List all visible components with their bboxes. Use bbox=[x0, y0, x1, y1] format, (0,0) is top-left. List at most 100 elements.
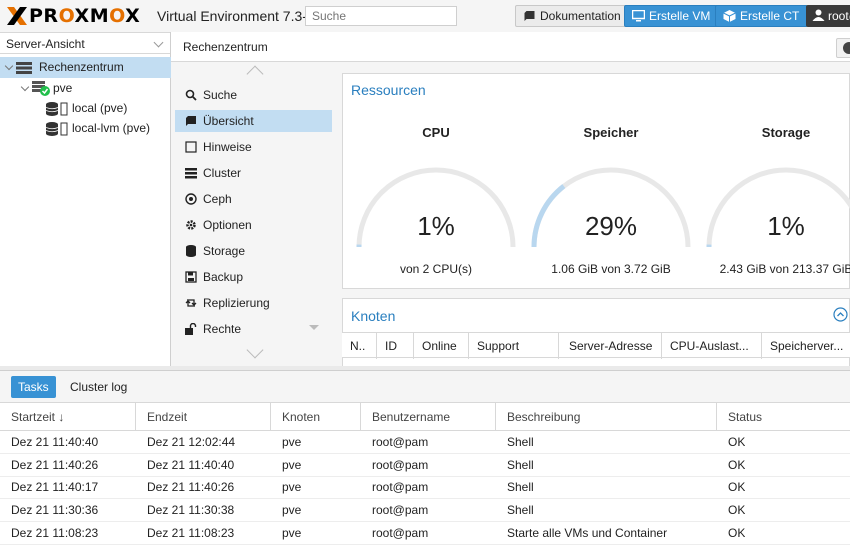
col-header-cpu-usage[interactable]: CPU-Auslast... bbox=[662, 333, 762, 359]
nav-item-cluster[interactable]: Cluster bbox=[175, 162, 332, 184]
proxmox-x-icon bbox=[7, 7, 27, 25]
cell-username: root@pam bbox=[372, 480, 429, 495]
user-label: root@pam bbox=[828, 9, 850, 23]
table-row[interactable]: Dez 21 11:40:26 Dez 21 11:40:40 pve root@pa… bbox=[0, 454, 850, 477]
tab-cluster-log[interactable]: Cluster log bbox=[63, 376, 134, 398]
documentation-label: Dokumentation bbox=[540, 9, 621, 23]
expand-triangle-icon bbox=[20, 82, 30, 92]
col-header-server-address[interactable]: Server-Adresse bbox=[559, 333, 662, 359]
database-icon bbox=[186, 245, 196, 257]
cell-end-time: Dez 21 11:40:40 bbox=[147, 457, 235, 472]
help-icon bbox=[843, 42, 850, 54]
col-header-online[interactable]: Online bbox=[414, 333, 469, 359]
nav-item-label: Cluster bbox=[203, 166, 242, 180]
create-ct-button[interactable]: Erstelle CT bbox=[715, 5, 809, 27]
tree-item-label: local-lvm (pve) bbox=[72, 121, 151, 135]
cell-start-time: Dez 21 11:30:36 bbox=[11, 503, 99, 518]
tasks-table-header: Startzeit ↓ Endzeit Knoten Benutzername … bbox=[0, 403, 850, 431]
scroll-down-icon[interactable] bbox=[246, 341, 264, 359]
create-vm-button[interactable]: Erstelle VM bbox=[624, 5, 720, 27]
tree-item-storage-local[interactable]: local (pve) bbox=[0, 98, 171, 119]
create-ct-label: Erstelle CT bbox=[740, 9, 800, 23]
nav-item-replication[interactable]: Replizierung bbox=[175, 292, 332, 314]
resources-title: Ressourcen bbox=[351, 82, 426, 98]
tree-item-datacenter[interactable]: Rechenzentrum bbox=[0, 57, 171, 78]
gauge-value: 1% bbox=[767, 211, 805, 241]
cell-description: Shell bbox=[507, 457, 534, 472]
documentation-button[interactable]: Dokumentation bbox=[515, 5, 630, 27]
cell-node: pve bbox=[282, 503, 302, 518]
chevron-down-icon bbox=[153, 37, 164, 48]
nav-item-notes[interactable]: Hinweise bbox=[175, 136, 332, 158]
nav-item-backup[interactable]: Backup bbox=[175, 266, 332, 288]
storage-database-icon bbox=[46, 122, 68, 136]
nav-item-options[interactable]: Optionen bbox=[175, 214, 332, 236]
col-header-memory-usage[interactable]: Speicherver... bbox=[762, 333, 850, 359]
note-icon bbox=[185, 141, 197, 153]
tree-item-label: pve bbox=[53, 81, 73, 95]
user-menu-button[interactable]: root@pam bbox=[806, 5, 850, 27]
col-header-description[interactable]: Beschreibung bbox=[496, 403, 717, 431]
nodes-title: Knoten bbox=[351, 308, 396, 324]
cell-description: Starte alle VMs und Container bbox=[507, 525, 668, 540]
tree-item-label: Rechenzentrum bbox=[39, 60, 124, 74]
col-header-status[interactable]: Status bbox=[717, 403, 850, 431]
col-header-end-time[interactable]: Endzeit bbox=[136, 403, 271, 431]
cell-username: root@pam bbox=[372, 435, 429, 449]
nav-item-label: Backup bbox=[203, 270, 244, 284]
nav-item-label: Übersicht bbox=[203, 114, 254, 128]
nav-item-search[interactable]: Suche bbox=[175, 84, 332, 106]
retweet-icon bbox=[185, 299, 197, 307]
expand-triangle-icon bbox=[4, 61, 14, 71]
tab-tasks[interactable]: Tasks bbox=[11, 376, 56, 398]
desktop-icon bbox=[632, 10, 645, 22]
col-header-name[interactable]: N.. bbox=[342, 333, 377, 359]
help-button[interactable] bbox=[836, 38, 850, 58]
view-selector-value: Server-Ansicht bbox=[6, 37, 85, 51]
table-row[interactable]: Dez 21 11:08:23 Dez 21 11:08:23 pve root@pa… bbox=[0, 522, 850, 545]
nav-item-overview[interactable]: Übersicht bbox=[175, 110, 332, 132]
table-row[interactable]: Dez 21 11:40:40 Dez 21 12:02:44 pve root@pa… bbox=[0, 431, 850, 454]
submenu-caret-icon bbox=[309, 325, 319, 330]
cell-end-time: Dez 21 11:08:23 bbox=[147, 525, 235, 540]
cell-username: root@pam bbox=[372, 525, 429, 540]
cube-icon bbox=[723, 10, 736, 22]
nav-item-storage[interactable]: Storage bbox=[175, 240, 332, 262]
col-header-node[interactable]: Knoten bbox=[271, 403, 361, 431]
table-row[interactable]: Dez 21 11:40:17 Dez 21 11:40:26 pve root@pa… bbox=[0, 476, 850, 500]
nav-item-label: Rechte bbox=[203, 322, 242, 336]
server-rack-icon bbox=[16, 62, 32, 74]
gauge-title: Storage bbox=[761, 125, 811, 140]
scroll-up-icon[interactable] bbox=[246, 65, 264, 83]
breadcrumb-bar: Rechenzentrum bbox=[171, 32, 850, 62]
tree-item-storage-local-lvm[interactable]: local-lvm (pve) bbox=[0, 118, 171, 139]
view-selector[interactable]: Server-Ansicht bbox=[0, 32, 170, 54]
cell-status: OK bbox=[728, 435, 746, 449]
floppy-icon bbox=[185, 271, 197, 283]
gauge-subtitle: von 2 CPU(s) bbox=[399, 262, 473, 276]
cell-end-time: Dez 21 11:40:26 bbox=[147, 480, 235, 495]
node-online-icon bbox=[32, 81, 50, 96]
col-header-support[interactable]: Support bbox=[469, 333, 559, 359]
col-header-id[interactable]: ID bbox=[377, 333, 414, 359]
cell-description: Shell bbox=[507, 435, 534, 449]
gauge-title: CPU bbox=[422, 125, 450, 140]
table-row[interactable]: Dez 21 11:30:36 Dez 21 11:30:38 pve root@pa… bbox=[0, 499, 850, 523]
nav-item-label: Hinweise bbox=[203, 140, 252, 154]
nav-item-ceph[interactable]: Ceph bbox=[175, 188, 332, 210]
col-header-start-time[interactable]: Startzeit ↓ bbox=[0, 403, 136, 431]
cell-description: Shell bbox=[507, 480, 534, 495]
tree-item-node-pve[interactable]: pve bbox=[0, 78, 171, 99]
search-icon bbox=[185, 89, 197, 101]
cell-start-time: Dez 21 11:08:23 bbox=[11, 525, 99, 540]
col-header-username[interactable]: Benutzername bbox=[361, 403, 496, 431]
task-log-tabs: Tasks Cluster log bbox=[0, 371, 850, 403]
search-input[interactable] bbox=[305, 6, 457, 26]
unlock-icon bbox=[185, 323, 197, 335]
cell-end-time: Dez 21 11:30:38 bbox=[147, 503, 235, 518]
cell-start-time: Dez 21 11:40:17 bbox=[11, 480, 99, 495]
resource-tree: Server-Ansicht Rechenzentrum pve local (… bbox=[0, 32, 171, 366]
gear-icon bbox=[186, 220, 196, 230]
proxmox-logo: PROXMOX bbox=[6, 5, 140, 27]
collapse-panel-icon[interactable] bbox=[833, 307, 848, 322]
